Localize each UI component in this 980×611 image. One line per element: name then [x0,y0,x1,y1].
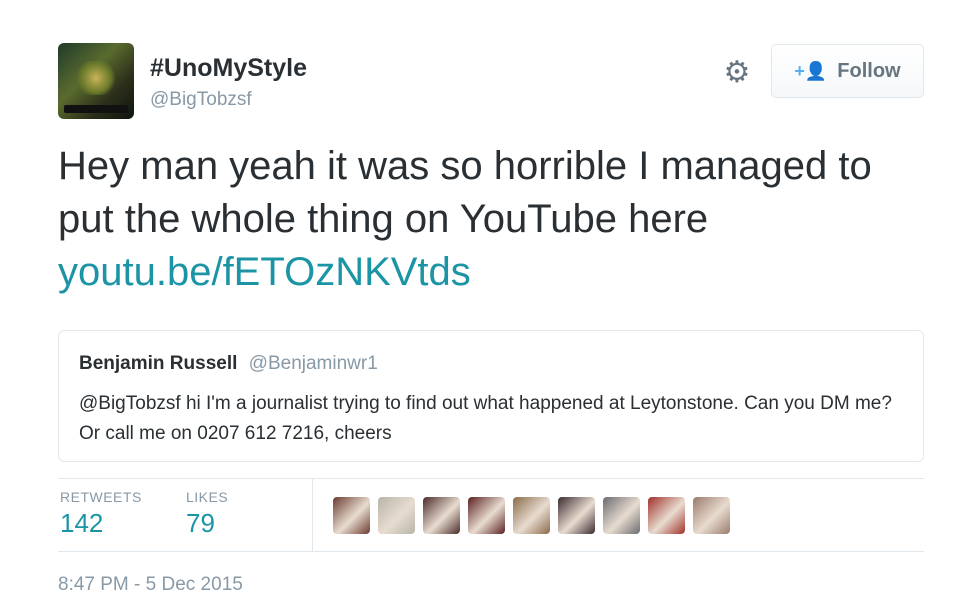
follow-button[interactable]: +👤 Follow [771,44,924,98]
likes-label[interactable]: LIKES [186,489,228,505]
gear-icon[interactable]: ⚙ [720,56,754,90]
quoted-tweet-author: Benjamin Russell @Benjaminwr1 [79,353,378,375]
liker-avatar[interactable] [648,497,685,534]
stats-divider-top [58,478,924,479]
quoted-tweet[interactable]: Benjamin Russell @Benjaminwr1 @BigTobzsf… [58,330,924,462]
avatar-artwork-bar [64,105,128,113]
follow-button-label: Follow [837,59,901,82]
tweet-timestamp[interactable]: 8:47 PM - 5 Dec 2015 [58,574,243,596]
retweets-label[interactable]: RETWEETS [60,489,142,505]
liked-by-avatars [333,497,730,534]
quoted-author-name: Benjamin Russell [79,353,238,374]
liker-avatar[interactable] [558,497,595,534]
liker-avatar[interactable] [468,497,505,534]
likes-count[interactable]: 79 [186,508,215,539]
liker-avatar[interactable] [513,497,550,534]
avatar-artwork [76,61,116,95]
liker-avatar[interactable] [603,497,640,534]
tweet-text: Hey man yeah it was so horrible I manage… [58,140,938,299]
profile-avatar[interactable] [58,43,134,119]
liker-avatar[interactable] [378,497,415,534]
liker-avatar[interactable] [693,497,730,534]
liker-avatar[interactable] [333,497,370,534]
tweet-body: Hey man yeah it was so horrible I manage… [58,144,872,241]
tweet-link[interactable]: youtu.be/fETOzNKVtds [58,246,938,299]
add-user-icon: +👤 [794,60,828,81]
quoted-tweet-text: @BigTobzsf hi I'm a journalist trying to… [79,393,892,444]
author-handle[interactable]: @BigTobzsf [150,89,252,111]
stats-divider-vertical [312,479,313,551]
quoted-author-handle: @Benjaminwr1 [248,353,378,374]
liker-avatar[interactable] [423,497,460,534]
stats-divider-bottom [58,551,924,552]
retweets-count[interactable]: 142 [60,508,103,539]
author-display-name[interactable]: #UnoMyStyle [150,54,307,83]
